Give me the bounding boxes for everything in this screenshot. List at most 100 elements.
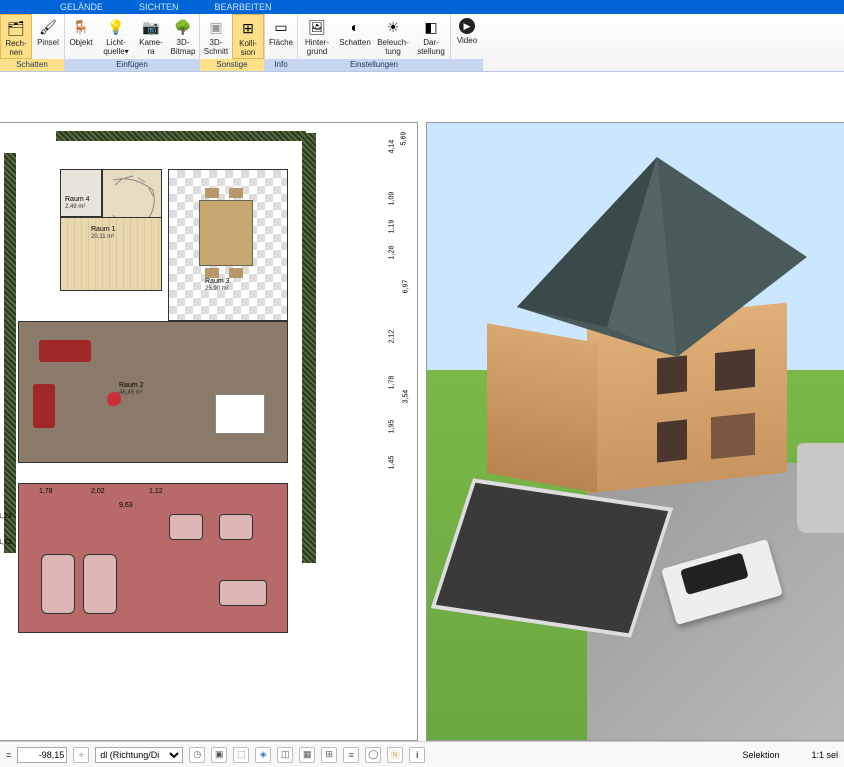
equals-label: = xyxy=(6,750,11,760)
rug xyxy=(107,392,121,406)
chair xyxy=(229,268,243,278)
camera-icon: 📷 xyxy=(142,18,160,36)
room-2: Raum 246,45 m² xyxy=(18,321,288,463)
flaeche-button[interactable]: ▭Fläche xyxy=(265,14,297,59)
toggle-2-icon[interactable]: ⬚ xyxy=(233,747,249,763)
car-outline xyxy=(169,514,203,540)
ribbon-tabs: GELÄNDE SICHTEN BEARBEITEN xyxy=(0,0,844,14)
info-icon[interactable]: i xyxy=(409,747,425,763)
car-outline xyxy=(219,580,267,606)
sofa xyxy=(33,384,55,428)
dim-label: 1,78 xyxy=(389,376,396,390)
house-roof xyxy=(457,147,827,367)
group-caption: Einstellungen xyxy=(298,59,450,71)
bulb-icon: 💡 xyxy=(107,18,125,36)
area-icon: ▭ xyxy=(272,18,290,36)
dim-label: 1,45 xyxy=(389,456,396,470)
dim-label: 1,28 xyxy=(389,246,396,260)
kamera-button[interactable]: 📷Kame-ra xyxy=(135,14,167,59)
group-einstellungen: 🖼Hinter-grund ◐Schatten ☀Beleuch-tung ◧D… xyxy=(298,14,451,71)
chair-icon: 🪑 xyxy=(72,18,90,36)
lighting-icon: ☀ xyxy=(384,18,402,36)
hintergrund-button[interactable]: 🖼Hinter-grund xyxy=(298,14,336,59)
beleuchtung-button[interactable]: ☀Beleuch-tung xyxy=(374,14,412,59)
dim-label: 1,09 xyxy=(389,192,396,206)
selektion-label: Selektion xyxy=(742,750,779,760)
dim-label: 1,72 xyxy=(0,539,12,546)
ribbon: 🗂Rech-nen 🖌Pinsel Schatten 🪑Objekt 💡Lich… xyxy=(0,14,844,72)
grid-icon[interactable]: ⊞ xyxy=(321,747,337,763)
dim-label: 1,95 xyxy=(389,420,396,434)
table xyxy=(215,394,265,434)
mode-select[interactable]: dl (Richtung/Di xyxy=(95,747,183,763)
table xyxy=(199,200,253,266)
cube-icon[interactable]: ◫ xyxy=(277,747,293,763)
video-button[interactable]: ▶Video xyxy=(451,14,483,59)
group-schatten: 🗂Rech-nen 🖌Pinsel Schatten xyxy=(0,14,65,71)
dim-label: 5,69 xyxy=(401,132,408,146)
schatten-settings-button[interactable]: ◐Schatten xyxy=(336,14,374,59)
rechnen-button[interactable]: 🗂Rech-nen xyxy=(0,14,32,59)
north-icon[interactable]: Ⓝ xyxy=(387,747,403,763)
chair xyxy=(205,188,219,198)
tab-bearbeiten[interactable]: BEARBEITEN xyxy=(215,2,272,12)
room-1: Raum 120,11 m² xyxy=(60,217,162,291)
garage: 1,78 2,02 1,12 9,63 xyxy=(18,483,288,633)
3d-view[interactable] xyxy=(426,122,844,741)
cut-icon: ▣ xyxy=(207,18,225,36)
car-outline xyxy=(219,514,253,540)
tab-sichten[interactable]: SICHTEN xyxy=(139,2,179,12)
dim-label: 9,63 xyxy=(119,502,133,509)
tab-gelaende[interactable]: GELÄNDE xyxy=(60,2,103,12)
shape-icon[interactable]: ◯ xyxy=(365,747,381,763)
group-info: ▭Fläche Info xyxy=(265,14,298,71)
chair xyxy=(229,188,243,198)
layer-icon[interactable]: ◈ xyxy=(255,747,271,763)
room-3: Raum 325,90 m² xyxy=(168,169,288,321)
transparency-icon[interactable]: ▦ xyxy=(299,747,315,763)
car-outline xyxy=(41,554,75,614)
kollision-button[interactable]: ⊞Kolli-sion xyxy=(232,14,264,59)
dim-label: 1,23 xyxy=(0,513,12,520)
clock-icon[interactable]: ◷ xyxy=(189,747,205,763)
group-caption: Schatten xyxy=(0,59,64,71)
dim-label: 6,97 xyxy=(403,280,410,294)
window xyxy=(711,413,755,460)
group-einfuegen: 🪑Objekt 💡Licht-quelle▾ 📷Kame-ra 🌳3D-Bitm… xyxy=(65,14,200,71)
sofa xyxy=(39,340,91,362)
pinsel-button[interactable]: 🖌Pinsel xyxy=(32,14,64,59)
dim-label: 2,02 xyxy=(91,488,105,495)
shadow-icon: ◐ xyxy=(346,18,364,36)
schnitt-button[interactable]: ▣3D-Schnitt xyxy=(200,14,232,59)
brush-icon: 🖌 xyxy=(39,18,57,36)
stack-icon[interactable]: ≡ xyxy=(343,747,359,763)
floorplan-view[interactable]: 5,69 4,14 1,09 1,19 1,28 6,97 2,12 3,54 … xyxy=(0,122,418,741)
calc-icon: 🗂 xyxy=(7,19,25,37)
darstellung-button[interactable]: ◧Dar-stellung xyxy=(412,14,450,59)
background-icon: 🖼 xyxy=(308,18,326,36)
group-caption: Einfügen xyxy=(65,59,199,71)
coord-input[interactable] xyxy=(17,747,67,763)
dim-label: 2,12 xyxy=(389,330,396,344)
bitmap-button[interactable]: 🌳3D-Bitmap xyxy=(167,14,199,59)
toggle-1-icon[interactable]: ▣ xyxy=(211,747,227,763)
hedge-right xyxy=(302,133,316,563)
car-silver xyxy=(797,443,844,533)
dim-label: 3,54 xyxy=(403,390,410,404)
spinner-button[interactable]: ÷ xyxy=(73,747,89,763)
group-video: ▶Video xyxy=(451,14,483,71)
scale-label: 1:1 sel xyxy=(811,750,838,760)
group-caption: Info xyxy=(265,59,297,71)
objekt-button[interactable]: 🪑Objekt xyxy=(65,14,97,59)
play-icon: ▶ xyxy=(459,18,475,34)
collision-icon: ⊞ xyxy=(239,19,257,37)
chair xyxy=(205,268,219,278)
dim-label: 1,12 xyxy=(149,488,163,495)
hedge-top xyxy=(56,131,306,141)
hedge-left xyxy=(4,153,16,553)
lichtquelle-button[interactable]: 💡Licht-quelle▾ xyxy=(97,14,135,59)
room-4: Raum 42,49 m² xyxy=(60,169,102,217)
window xyxy=(657,419,687,462)
dim-label: 4,14 xyxy=(389,140,396,154)
dim-label: 1,78 xyxy=(39,488,53,495)
